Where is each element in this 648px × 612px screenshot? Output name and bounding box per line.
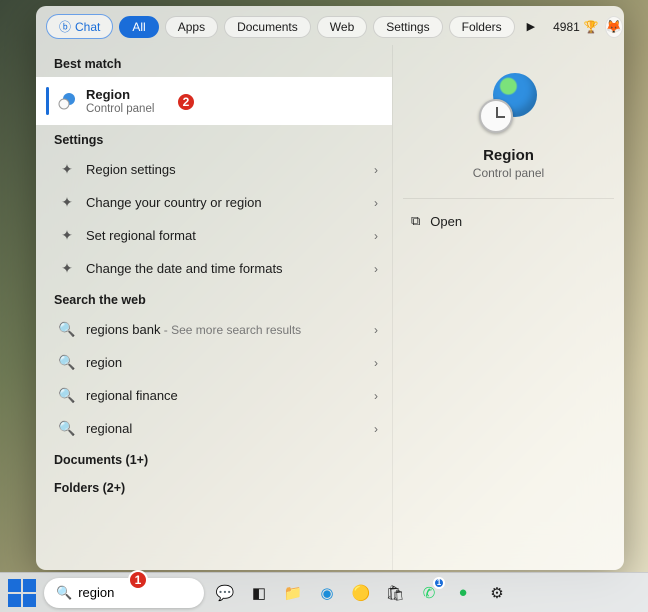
taskbar-edge-icon[interactable]: ◉ bbox=[314, 580, 340, 606]
taskbar-store-icon[interactable]: 🛍 bbox=[382, 580, 408, 606]
result-subtitle: Control panel bbox=[86, 103, 378, 115]
region-icon bbox=[58, 92, 76, 110]
settings-icon: ✦ bbox=[58, 227, 76, 244]
divider bbox=[403, 198, 614, 199]
result-regional-format[interactable]: ✦ Set regional format › bbox=[36, 219, 392, 252]
preview-subtitle: Control panel bbox=[473, 166, 544, 180]
result-region-settings[interactable]: ✦ Region settings › bbox=[36, 153, 392, 186]
search-icon: 🔍 bbox=[58, 354, 76, 371]
filter-chat[interactable]: ⓑ Chat bbox=[46, 14, 113, 39]
chevron-right-icon: › bbox=[374, 229, 378, 243]
rewards-points[interactable]: 4981 🏆 bbox=[553, 20, 599, 34]
taskbar-spotify-icon[interactable]: ● bbox=[450, 580, 476, 606]
result-label: Change the date and time formats bbox=[86, 261, 364, 276]
filter-folders[interactable]: Folders bbox=[449, 16, 515, 38]
filter-bar: ⓑ Chat All Apps Documents Web Settings F… bbox=[36, 6, 624, 45]
filter-all[interactable]: All bbox=[119, 16, 158, 38]
result-label: regional bbox=[86, 421, 364, 436]
section-web: Search the web bbox=[36, 285, 392, 313]
settings-icon: ✦ bbox=[58, 194, 76, 211]
annotation-2: 2 bbox=[176, 92, 196, 112]
chevron-right-icon: › bbox=[374, 422, 378, 436]
open-label: Open bbox=[430, 214, 462, 229]
start-search-panel: ⓑ Chat All Apps Documents Web Settings F… bbox=[36, 6, 624, 570]
filter-more-button[interactable]: ▶ bbox=[521, 16, 541, 37]
filter-documents[interactable]: Documents bbox=[224, 16, 311, 38]
chevron-right-icon: › bbox=[374, 262, 378, 276]
chevron-right-icon: › bbox=[374, 389, 378, 403]
region-large-icon bbox=[479, 73, 539, 133]
chevron-right-icon: › bbox=[374, 196, 378, 210]
filter-chat-label: Chat bbox=[75, 20, 100, 34]
taskbar-chat-icon[interactable]: 💬 bbox=[212, 580, 238, 606]
filter-web[interactable]: Web bbox=[317, 16, 367, 38]
trophy-icon: 🏆 bbox=[584, 20, 599, 34]
open-icon: ⧉ bbox=[411, 213, 420, 229]
settings-icon: ✦ bbox=[58, 161, 76, 178]
result-date-time-formats[interactable]: ✦ Change the date and time formats › bbox=[36, 252, 392, 285]
result-label: Set regional format bbox=[86, 228, 364, 243]
chevron-right-icon: › bbox=[374, 163, 378, 177]
bing-chat-icon: ⓑ bbox=[59, 18, 71, 35]
search-icon: 🔍 bbox=[58, 321, 76, 338]
taskbar-settings-icon[interactable]: ⚙ bbox=[484, 580, 510, 606]
taskbar-whatsapp-icon[interactable]: ✆1 bbox=[416, 580, 442, 606]
result-web-regional[interactable]: 🔍 regional › bbox=[36, 412, 392, 445]
open-action[interactable]: ⧉ Open bbox=[403, 205, 614, 237]
result-label: regional finance bbox=[86, 388, 364, 403]
rewards-points-value: 4981 bbox=[553, 20, 580, 34]
result-best-match-region[interactable]: Region Control panel bbox=[36, 77, 392, 125]
taskbar-taskview-icon[interactable]: ◧ bbox=[246, 580, 272, 606]
taskbar-explorer-icon[interactable]: 📁 bbox=[280, 580, 306, 606]
result-label: Region Control panel bbox=[86, 87, 378, 115]
preview-pane: Region Control panel ⧉ Open bbox=[392, 45, 624, 570]
chevron-right-icon: › bbox=[374, 323, 378, 337]
taskbar-chrome-icon[interactable]: 🟡 bbox=[348, 580, 374, 606]
result-title: Region bbox=[86, 87, 130, 102]
search-icon: 🔍 bbox=[58, 420, 76, 437]
result-web-regions-bank[interactable]: 🔍 regions bank - See more search results… bbox=[36, 313, 392, 346]
filter-apps[interactable]: Apps bbox=[165, 16, 218, 38]
section-settings: Settings bbox=[36, 125, 392, 153]
chevron-right-icon: › bbox=[374, 356, 378, 370]
section-documents[interactable]: Documents (1+) bbox=[36, 445, 392, 473]
settings-icon: ✦ bbox=[58, 260, 76, 277]
result-web-regional-finance[interactable]: 🔍 regional finance › bbox=[36, 379, 392, 412]
result-web-region[interactable]: 🔍 region › bbox=[36, 346, 392, 379]
search-icon: 🔍 bbox=[56, 585, 72, 601]
result-label: Change your country or region bbox=[86, 195, 364, 210]
result-change-country[interactable]: ✦ Change your country or region › bbox=[36, 186, 392, 219]
result-label: Region settings bbox=[86, 162, 364, 177]
section-folders[interactable]: Folders (2+) bbox=[36, 473, 392, 501]
theme-toggle-icon[interactable]: 🦊 bbox=[605, 16, 623, 38]
preview-title: Region bbox=[483, 147, 534, 164]
taskbar: 🔍 💬 ◧ 📁 ◉ 🟡 🛍 ✆1 ● ⚙ bbox=[0, 572, 648, 612]
taskbar-search[interactable]: 🔍 bbox=[44, 578, 204, 608]
annotation-1: 1 bbox=[128, 570, 148, 590]
start-button[interactable] bbox=[8, 579, 36, 607]
result-label: region bbox=[86, 355, 364, 370]
result-label: regions bank - See more search results bbox=[86, 322, 364, 337]
search-icon: 🔍 bbox=[58, 387, 76, 404]
section-best-match: Best match bbox=[36, 49, 392, 77]
filter-settings[interactable]: Settings bbox=[373, 16, 442, 38]
results-list: Best match Region Control panel Settings… bbox=[36, 45, 392, 570]
